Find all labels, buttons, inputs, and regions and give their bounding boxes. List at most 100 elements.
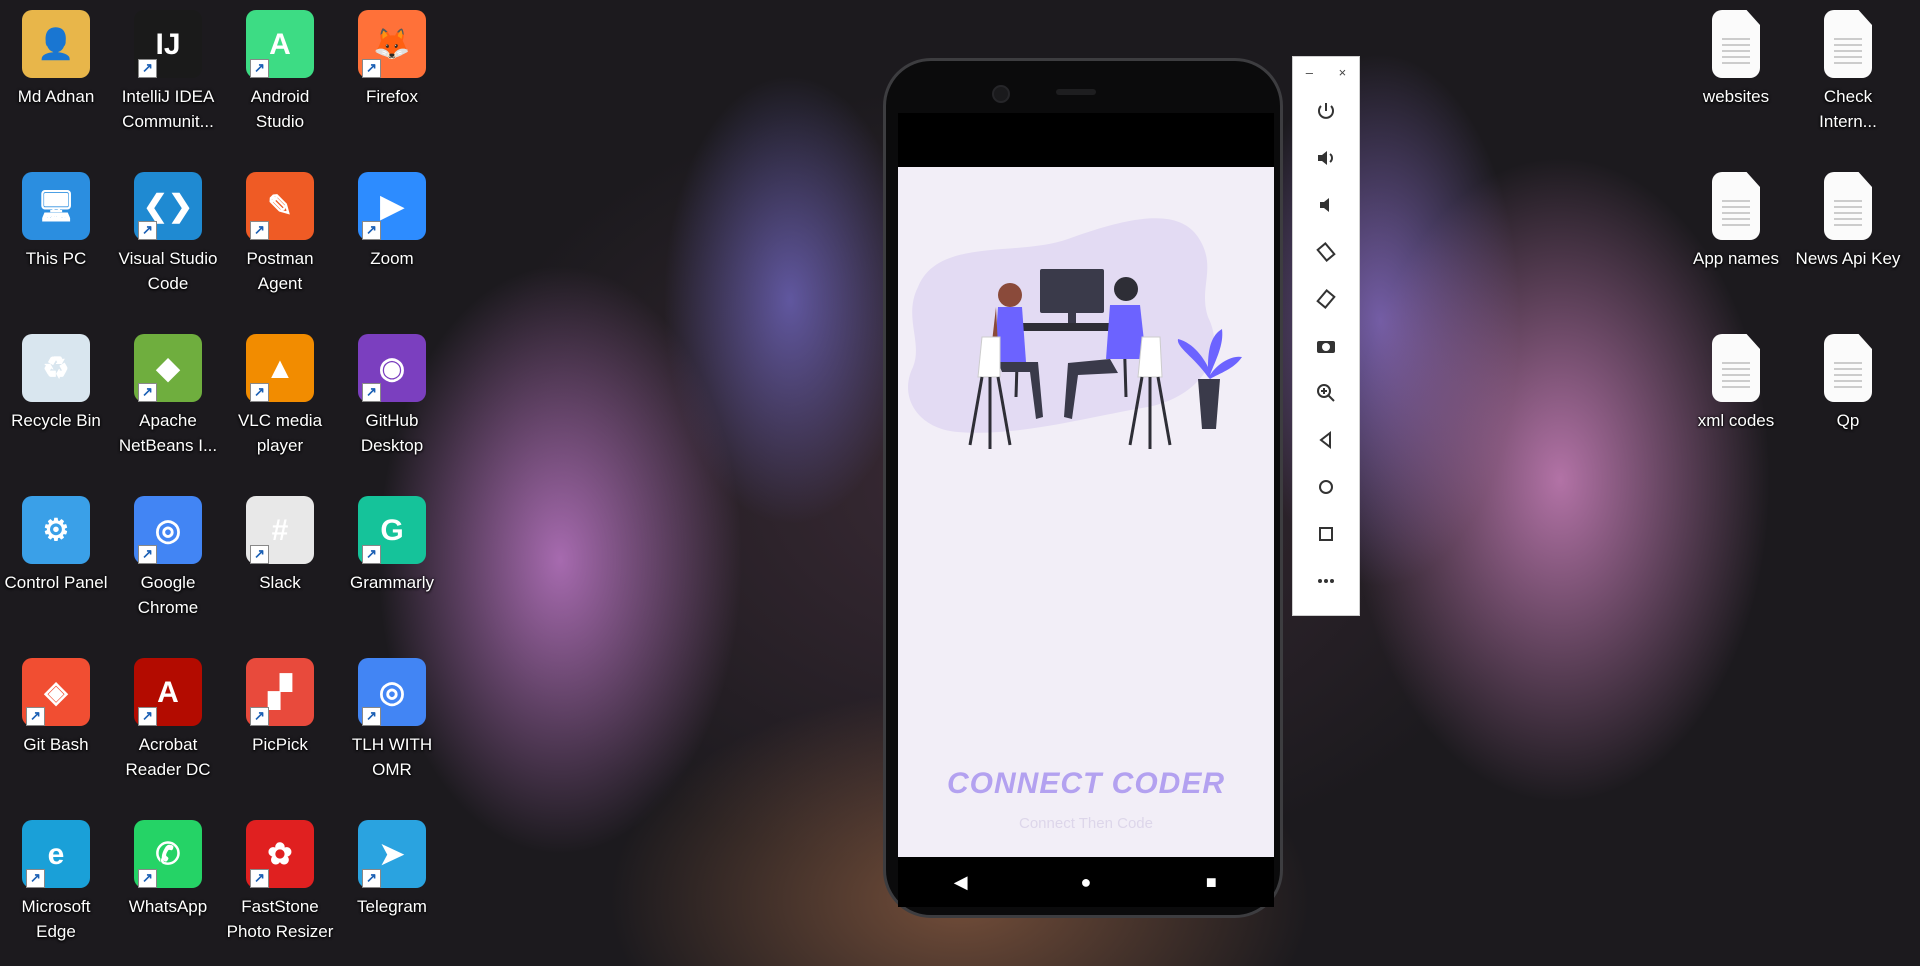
desktop-file[interactable]: Qp <box>1794 326 1902 433</box>
volume-down-icon[interactable] <box>1293 181 1359 228</box>
desktop-file[interactable]: News Api Key <box>1794 164 1902 271</box>
shortcut-arrow-icon: ↗ <box>138 221 157 240</box>
desktop-icon[interactable]: ❮❯ ↗ Visual Studio Code <box>114 164 222 296</box>
shortcut-arrow-icon: ↗ <box>250 545 269 564</box>
document-icon <box>1712 172 1760 240</box>
desktop-icon[interactable]: ✆ ↗ WhatsApp <box>114 812 222 919</box>
vscode-icon: ❮❯ ↗ <box>134 172 202 240</box>
back-icon[interactable]: ◀ <box>941 872 981 893</box>
desktop-icon[interactable]: ✿ ↗ FastStone Photo Resizer <box>226 812 334 944</box>
desktop-file-label: Check Intern... <box>1819 87 1877 131</box>
desktop-icon-label: TLH WITH OMR <box>351 735 433 779</box>
desktop-file-label: xml codes <box>1697 411 1775 430</box>
slack-icon: # ↗ <box>246 496 314 564</box>
desktop-icon-label: FastStone Photo Resizer <box>226 897 334 941</box>
camera-icon[interactable] <box>1293 322 1359 369</box>
desktop-icon[interactable]: ▞ ↗ PicPick <box>226 650 334 757</box>
github-icon: ◉ ↗ <box>358 334 426 402</box>
overview-icon[interactable] <box>1293 510 1359 557</box>
status-bar <box>898 113 1274 167</box>
netbeans-icon: ◆ ↗ <box>134 334 202 402</box>
app-tagline: Connect Then Code <box>1019 815 1153 832</box>
desktop-icon[interactable]: ➤ ↗ Telegram <box>338 812 446 919</box>
shortcut-arrow-icon: ↗ <box>250 707 269 726</box>
shortcut-arrow-icon: ↗ <box>138 383 157 402</box>
desktop-file-label: News Api Key <box>1795 249 1901 268</box>
app-screen[interactable]: CONNECT CODER Connect Then Code <box>898 167 1274 857</box>
desktop-icon[interactable]: 🖥 This PC <box>2 164 110 271</box>
shortcut-arrow-icon: ↗ <box>138 545 157 564</box>
desktop-icon-label: Postman Agent <box>246 249 314 293</box>
desktop-icon[interactable]: ⚙ Control Panel <box>2 488 110 595</box>
vlc-icon: ▲ ↗ <box>246 334 314 402</box>
emulator-phone-frame: CONNECT CODER Connect Then Code ◀ ● ■ <box>883 58 1283 918</box>
desktop-icon[interactable]: ▲ ↗ VLC media player <box>226 326 334 458</box>
desktop-icon-label: Recycle Bin <box>11 411 101 430</box>
desktop-icon-label: GitHub Desktop <box>360 411 424 455</box>
desktop-icon[interactable]: 🦊 ↗ Firefox <box>338 2 446 109</box>
faststone-icon: ✿ ↗ <box>246 820 314 888</box>
postman-icon: ✎ ↗ <box>246 172 314 240</box>
desktop-icon[interactable]: # ↗ Slack <box>226 488 334 595</box>
desktop-icon[interactable]: ✎ ↗ Postman Agent <box>226 164 334 296</box>
desktop-icon[interactable]: A ↗ Android Studio <box>226 2 334 134</box>
desktop-icon[interactable]: ◉ ↗ GitHub Desktop <box>338 326 446 458</box>
shortcut-arrow-icon: ↗ <box>26 869 45 888</box>
desktop-file-label: App names <box>1693 249 1779 268</box>
desktop-file[interactable]: xml codes <box>1682 326 1790 433</box>
desktop-icon[interactable]: 👤 Md Adnan <box>2 2 110 109</box>
home-icon[interactable]: ● <box>1066 872 1106 893</box>
desktop-icon-label: Visual Studio Code <box>118 249 218 293</box>
minimize-button[interactable]: – <box>1306 65 1313 80</box>
overview-icon[interactable]: ■ <box>1191 872 1231 893</box>
chrome-icon: ◎ ↗ <box>358 658 426 726</box>
desktop-icon[interactable]: A ↗ Acrobat Reader DC <box>114 650 222 782</box>
back-icon[interactable] <box>1293 416 1359 463</box>
desktop-icon-label: This PC <box>25 249 87 268</box>
shortcut-arrow-icon: ↗ <box>362 383 381 402</box>
desktop-file[interactable]: App names <box>1682 164 1790 271</box>
chrome-icon: ◎ ↗ <box>134 496 202 564</box>
desktop-icon-label: Md Adnan <box>17 87 95 106</box>
desktop-file[interactable]: websites <box>1682 2 1790 109</box>
desktop-icon[interactable]: e ↗ Microsoft Edge <box>2 812 110 944</box>
zoom-icon: ▶ ↗ <box>358 172 426 240</box>
shortcut-arrow-icon: ↗ <box>250 59 269 78</box>
desktop-icon[interactable]: ▶ ↗ Zoom <box>338 164 446 271</box>
desktop-icon-label: Grammarly <box>349 573 435 592</box>
document-icon <box>1824 334 1872 402</box>
desktop-icon[interactable]: G ↗ Grammarly <box>338 488 446 595</box>
desktop-icon-label: Microsoft Edge <box>21 897 91 941</box>
close-button[interactable]: × <box>1339 65 1347 80</box>
desktop-file[interactable]: Check Intern... <box>1794 2 1902 134</box>
edge-icon: e ↗ <box>22 820 90 888</box>
rotate-left-icon[interactable] <box>1293 228 1359 275</box>
desktop-icon-label: PicPick <box>252 735 308 754</box>
rotate-right-icon[interactable] <box>1293 275 1359 322</box>
desktop-icon-label: Control Panel <box>4 573 108 592</box>
app-title: CONNECT CODER <box>946 767 1225 800</box>
coworking-illustration <box>908 218 1242 449</box>
desktop-icon[interactable]: ◎ ↗ Google Chrome <box>114 488 222 620</box>
shortcut-arrow-icon: ↗ <box>250 221 269 240</box>
desktop-icon[interactable]: ♻ Recycle Bin <box>2 326 110 433</box>
desktop-icon[interactable]: IJ ↗ IntelliJ IDEA Communit... <box>114 2 222 134</box>
desktop-icon[interactable]: ◆ ↗ Apache NetBeans I... <box>114 326 222 458</box>
control-panel-icon: ⚙ <box>22 496 90 564</box>
power-icon[interactable] <box>1293 87 1359 134</box>
volume-up-icon[interactable] <box>1293 134 1359 181</box>
desktop-icon-label: Slack <box>259 573 301 592</box>
desktop-icon-label: WhatsApp <box>128 897 208 916</box>
user-folder-icon: 👤 <box>22 10 90 78</box>
shortcut-arrow-icon: ↗ <box>362 545 381 564</box>
document-icon <box>1824 172 1872 240</box>
desktop-icon[interactable]: ◎ ↗ TLH WITH OMR <box>338 650 446 782</box>
more-icon[interactable] <box>1293 557 1359 604</box>
emulator-toolbar: – × <box>1292 56 1360 616</box>
desktop-icon-label: Google Chrome <box>137 573 199 617</box>
desktop-icon[interactable]: ◈ ↗ Git Bash <box>2 650 110 757</box>
document-icon <box>1712 334 1760 402</box>
home-icon[interactable] <box>1293 463 1359 510</box>
shortcut-arrow-icon: ↗ <box>138 59 157 78</box>
zoom-icon[interactable] <box>1293 369 1359 416</box>
